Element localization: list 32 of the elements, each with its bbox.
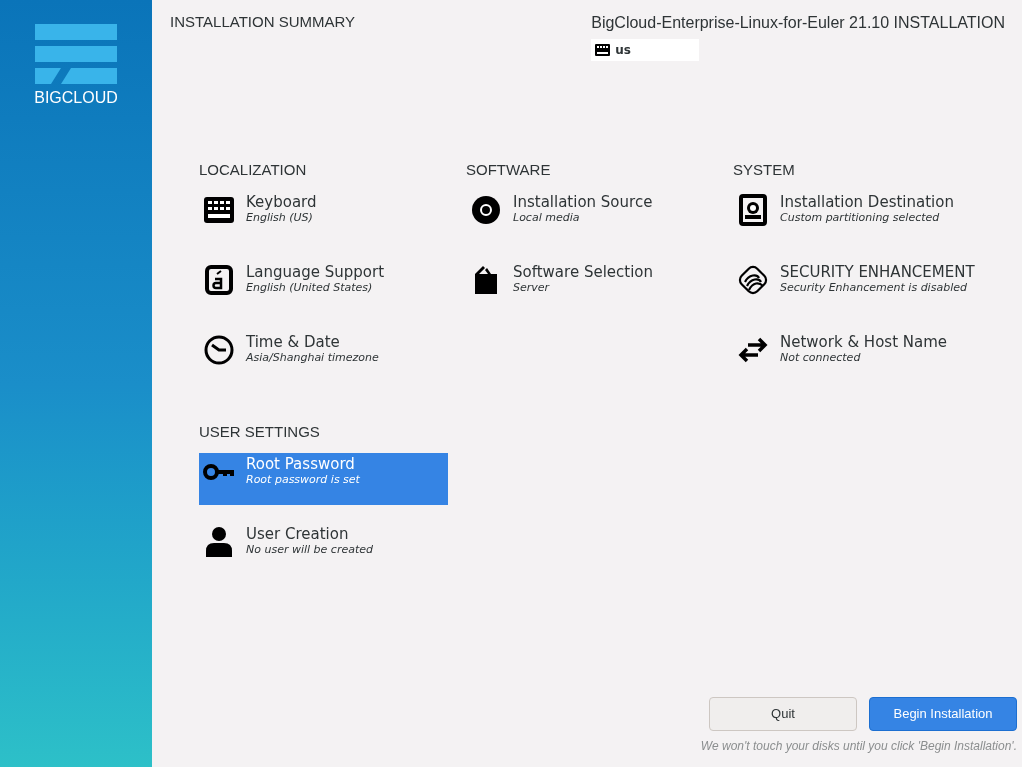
disc-icon xyxy=(472,196,500,224)
page-title: INSTALLATION SUMMARY xyxy=(170,12,356,32)
keyboard-layout-indicator[interactable]: us xyxy=(591,39,700,61)
category-heading: SOFTWARE xyxy=(466,160,552,180)
language-icon xyxy=(205,265,233,295)
package-icon xyxy=(475,266,497,294)
key-icon xyxy=(203,463,235,481)
category-heading: USER SETTINGS xyxy=(199,422,321,442)
logo-text: BIGCLOUD xyxy=(34,88,118,108)
security-emblem-icon xyxy=(737,264,769,296)
keyboard-icon xyxy=(595,44,611,56)
spoke-item[interactable]: Time & Date Asia/Shanghai timezone xyxy=(199,331,448,383)
hard-drive-icon xyxy=(739,194,767,226)
category-heading: SYSTEM xyxy=(733,160,796,180)
keyboard-icon xyxy=(204,197,234,223)
spoke-item[interactable]: Network & Host Name Not connected xyxy=(733,331,982,383)
spoke-item[interactable]: User Creation No user will be created xyxy=(199,523,448,575)
spoke-item[interactable]: Language Support English (United States) xyxy=(199,261,448,313)
user-icon xyxy=(206,527,232,557)
footer-note: We won't touch your disks until you click 'Begin Installation'. xyxy=(700,738,1017,755)
transfer-arrows-icon xyxy=(738,336,768,364)
spoke-item[interactable]: SECURITY ENHANCEMENT Security Enhancement is disabled xyxy=(733,261,982,313)
spoke-item[interactable]: Installation Source Local media xyxy=(466,191,715,243)
product-title: BigCloud-Enterprise-Linux-for-Euler 21.10 INSTALLATION xyxy=(591,13,1005,33)
spoke-item[interactable]: Root Password Root password is set xyxy=(199,453,448,505)
spoke-item[interactable]: Installation Destination Custom partitioning selected xyxy=(733,191,982,243)
clock-icon xyxy=(204,335,234,365)
begin-installation-button[interactable]: Begin Installation xyxy=(869,697,1017,731)
category-heading: LOCALIZATION xyxy=(199,160,308,180)
quit-button[interactable]: Quit xyxy=(709,697,857,731)
spoke-item[interactable]: Keyboard English (US) xyxy=(199,191,448,243)
spoke-item[interactable]: Software Selection Server xyxy=(466,261,715,313)
